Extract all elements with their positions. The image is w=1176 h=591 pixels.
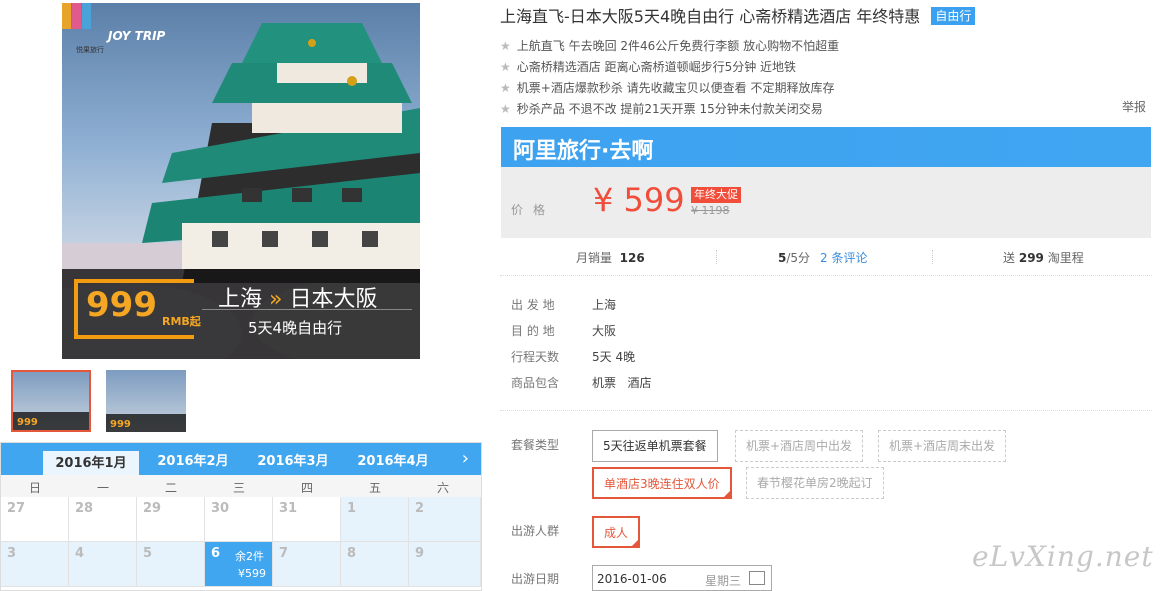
watermark: eLvXing.net [972,540,1154,573]
feature-item: ★ 秒杀产品 不退不改 提前21天开票 15分钟未付款关闭交易 [500,102,823,116]
package-option[interactable]: 机票+酒店周中出发 [735,430,864,462]
people-option-selected[interactable]: 成人 [592,516,641,548]
tab-month-1[interactable]: 2016年1月 [43,449,139,475]
thumbnail-2[interactable]: 999 [106,370,186,432]
product-panel: 上海直飞-日本大阪5天4晚自由行 心斋桥精选酒店 年终特惠 自由行 ★ 上航直飞 … [500,0,1160,591]
tab-month-4[interactable]: 2016年4月 [345,449,441,475]
brand-subtitle: 悦果旅行 [76,46,104,54]
destination-value: 大阪 [592,324,617,338]
calendar-day: 5 [137,542,205,587]
original-price: ¥ 1198 [691,204,730,217]
includes-label: 商品包含 [511,376,560,390]
travel-date-input[interactable]: 2016-01-06 星期三 [592,565,772,591]
feature-item: ★ 机票+酒店爆款秒杀 请先收藏宝贝以便查看 不定期释放库存 [500,81,835,95]
day-stock: 余2件 [235,550,264,563]
package-label: 套餐类型 [511,438,560,452]
promo-price-unit: RMB起 [162,315,201,328]
calendar-day: 31 [273,497,341,542]
destination-label: 目 的 地 [511,324,555,338]
calendar-day-selected[interactable]: 6 余2件 ¥599 [205,542,273,587]
people-label: 出游人群 [511,524,560,538]
date-weekday: 星期三 [705,574,742,588]
star-icon: ★ [500,81,511,95]
depart-value: 上海 [592,298,617,312]
tab-month-3[interactable]: 2016年3月 [245,449,341,475]
promo-subtitle: 5天4晚自由行 [248,319,343,337]
stats-row: 月销量 126 5/5分 2 条评论 送 299 淘里程 [500,244,1152,268]
price-label: 价格 [511,203,556,217]
product-title: 上海直飞-日本大阪5天4晚自由行 心斋桥精选酒店 年终特惠 [500,7,921,26]
calendar-day: 29 [137,497,205,542]
weekday-label: 五 [368,481,381,495]
depart-label: 出 发 地 [511,298,555,312]
brand-name: JOY TRIP [108,29,166,43]
report-link[interactable]: 举报 [1122,98,1146,115]
weekday-label: 一 [96,481,109,495]
star-icon: ★ [500,39,511,53]
calendar-day: 28 [69,497,137,542]
monthly-sales: 月销量 126 [576,251,645,265]
calendar-day: 27 [1,497,69,542]
thumbnail-price: 999 [17,417,38,428]
price-area: 价格 ¥ 599 年终大促 ¥ 1198 [501,167,1151,238]
rating: 5/5分 2 条评论 [778,251,868,265]
days-label: 行程天数 [511,350,560,364]
calendar-icon[interactable] [749,571,765,585]
date-label: 出游日期 [511,572,560,586]
calendar-day: 4 [69,542,137,587]
calendar-day: 8 [341,542,409,587]
weekday-label: 四 [300,481,313,495]
reviews-link[interactable]: 2 条评论 [820,251,867,265]
tab-month-2[interactable]: 2016年2月 [145,449,241,475]
package-option[interactable]: 春节樱花单房2晚起订 [746,467,884,499]
calendar-day: 1 [341,497,409,542]
miles-reward: 送 299 淘里程 [1003,251,1084,265]
promo-price: 999 [86,285,157,325]
main-product-image[interactable]: JOY TRIP 悦果旅行 999 RMB起 上海 » 日本大阪 5天4晚自由行 [62,3,420,359]
star-icon: ★ [500,102,511,116]
calendar-weekdays: 日 一 二 三 四 五 六 [1,475,481,497]
days-value: 5天 4晚 [592,350,636,364]
package-option-selected[interactable]: 单酒店3晚连住双人价 [592,467,732,499]
divider [500,275,1152,276]
promo-tag: 年终大促 [691,187,741,203]
weekday-label: 日 [28,481,41,495]
joy-trip-logo-icon [62,3,91,29]
divider [500,410,1152,411]
gallery-panel: JOY TRIP 悦果旅行 999 RMB起 上海 » 日本大阪 5天4晚自由行… [0,0,484,591]
calendar-month-tabs: 2016年1月 2016年2月 2016年3月 2016年4月 › [1,443,481,475]
promo-banner: 999 RMB起 上海 » 日本大阪 5天4晚自由行 [62,269,420,359]
banner-title: 阿里旅行·去啊 [513,139,654,164]
includes-value: 机票 酒店 [592,376,652,390]
alitrip-banner: 阿里旅行·去啊 [501,127,1151,167]
calendar-day: 9 [409,542,481,587]
weekday-label: 三 [232,481,245,495]
calendar-day: 30 [205,497,273,542]
thumbnail-1[interactable]: 999 [11,370,91,432]
weekday-label: 六 [436,481,449,495]
package-option[interactable]: 机票+酒店周末出发 [878,430,1007,462]
day-price: ¥599 [238,567,266,580]
current-price: ¥ 599 [593,181,685,219]
package-option[interactable]: 5天往返单机票套餐 [592,430,718,462]
feature-item: ★ 心斋桥精选酒店 距离心斋桥道顿崛步行5分钟 近地铁 [500,60,797,74]
product-title-row: 上海直飞-日本大阪5天4晚自由行 心斋桥精选酒店 年终特惠 自由行 [500,3,976,27]
date-value: 2016-01-06 [597,572,667,586]
weekday-label: 二 [164,481,177,495]
promo-divider [202,309,412,310]
star-icon: ★ [500,60,511,74]
calendar-day: 3 [1,542,69,587]
thumbnail-price: 999 [110,419,131,430]
chevron-right-icon[interactable]: › [462,449,469,469]
feature-item: ★ 上航直飞 午去晚回 2件46公斤免费行李额 放心购物不怕超重 [500,39,840,53]
trip-type-badge: 自由行 [931,7,976,25]
availability-calendar: 2016年1月 2016年2月 2016年3月 2016年4月 › 日 一 二 … [0,442,482,591]
calendar-day: 2 [409,497,481,542]
calendar-day: 7 [273,542,341,587]
